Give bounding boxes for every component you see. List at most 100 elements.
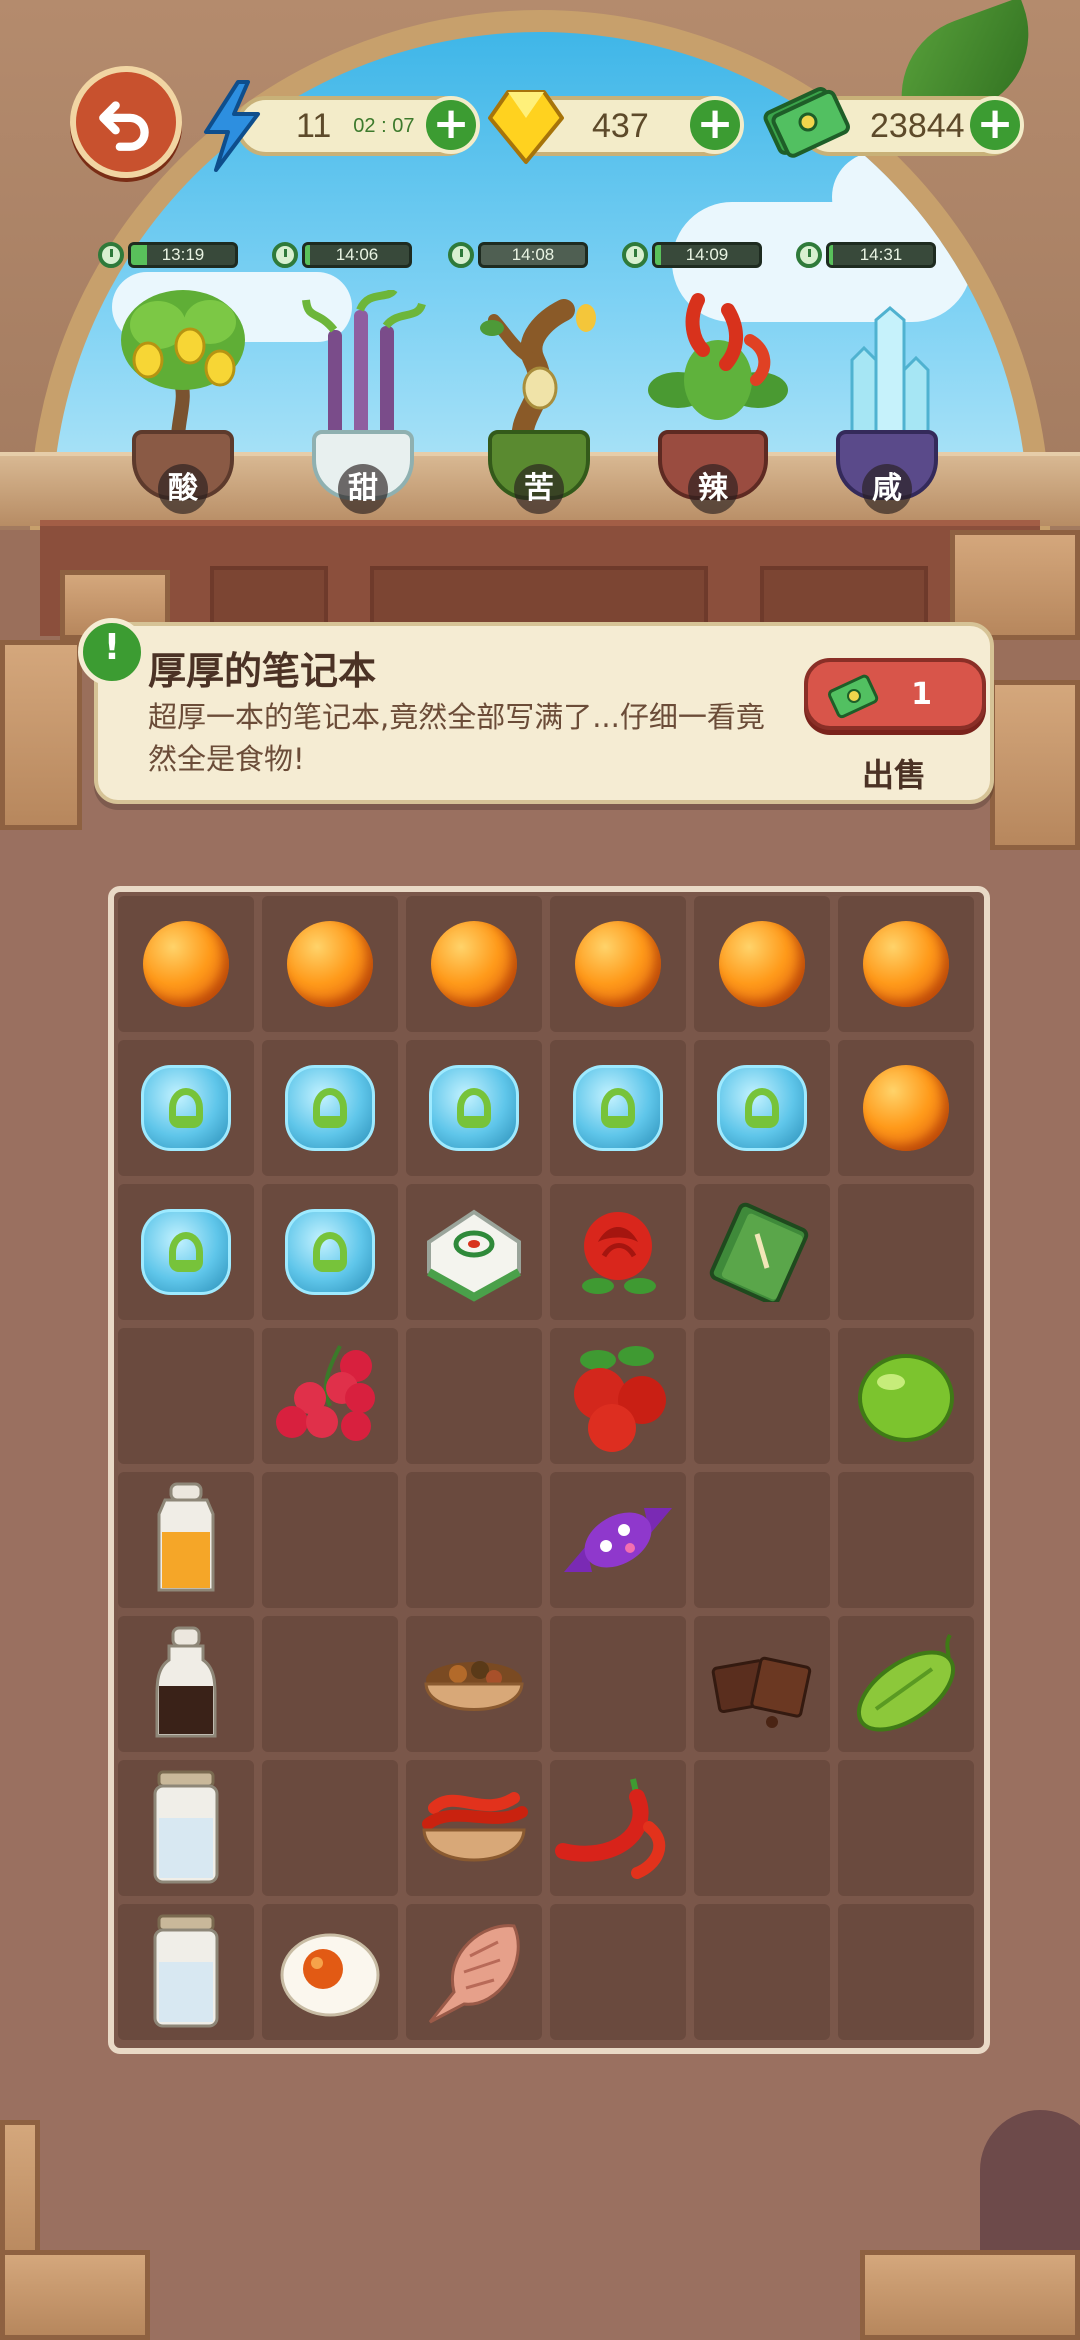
grid-cell[interactable] [118, 1760, 254, 1896]
bitter-melon-icon[interactable] [846, 1629, 966, 1739]
orange-orb-icon[interactable] [575, 921, 661, 1007]
grid-cell[interactable] [550, 1328, 686, 1464]
dried-fish-icon[interactable] [414, 1912, 534, 2032]
grid-cell[interactable] [694, 1472, 830, 1608]
hawthorn-icon[interactable] [558, 1336, 678, 1456]
grid-cell[interactable] [550, 1904, 686, 2040]
grid-cell[interactable] [694, 1616, 830, 1752]
grid-cell[interactable] [550, 896, 686, 1032]
grid-cell[interactable] [694, 896, 830, 1032]
orange-orb-icon[interactable] [863, 921, 949, 1007]
plant-salty[interactable]: 咸 [822, 280, 952, 514]
blue-orb-icon[interactable] [141, 1209, 231, 1295]
grid-cell[interactable] [838, 1616, 974, 1752]
grid-cell[interactable] [838, 1472, 974, 1608]
grid-cell[interactable] [406, 896, 542, 1032]
gem-value: 437 [592, 106, 649, 145]
orange-orb-icon[interactable] [719, 921, 805, 1007]
crate [990, 680, 1080, 850]
chili-bowl-icon[interactable] [414, 1778, 534, 1878]
grid-cell[interactable] [118, 1616, 254, 1752]
lychee-icon[interactable] [270, 1336, 390, 1456]
plant-sweet[interactable]: 甜 [298, 280, 428, 514]
grid-cell[interactable] [406, 1040, 542, 1176]
blue-orb-icon[interactable] [717, 1065, 807, 1151]
blue-orb-icon[interactable] [141, 1065, 231, 1151]
grid-cell[interactable] [694, 1184, 830, 1320]
grid-cell[interactable] [262, 896, 398, 1032]
grid-cell[interactable] [838, 1040, 974, 1176]
plant-bitter[interactable]: 苦 [474, 280, 604, 514]
grid-cell[interactable] [118, 896, 254, 1032]
lime-icon[interactable] [851, 1346, 961, 1446]
add-gems-button[interactable]: + [686, 96, 744, 154]
orange-orb-icon[interactable] [287, 921, 373, 1007]
notebook-icon[interactable] [707, 1202, 817, 1302]
grid-cell[interactable] [262, 1472, 398, 1608]
grid-cell[interactable] [118, 1328, 254, 1464]
plant-spicy[interactable]: 辣 [648, 280, 788, 514]
grid-cell[interactable] [406, 1328, 542, 1464]
honey-jar-icon[interactable] [141, 1480, 231, 1600]
add-cash-button[interactable]: + [966, 96, 1024, 154]
grid-cell[interactable] [406, 1184, 542, 1320]
grid-cell[interactable] [262, 1616, 398, 1752]
plant-label-sour: 酸 [158, 464, 208, 514]
crate [0, 2120, 40, 2270]
plant-label-sweet: 甜 [338, 464, 388, 514]
soy-sauce-bottle-icon[interactable] [141, 1624, 231, 1744]
blue-orb-icon[interactable] [573, 1065, 663, 1151]
salt-jar-icon[interactable] [141, 1912, 231, 2032]
plant-sour[interactable]: 酸 [118, 280, 248, 514]
sell-button[interactable]: 1 [804, 658, 986, 730]
red-chili-icon[interactable] [553, 1773, 683, 1883]
rose-icon[interactable] [568, 1202, 668, 1302]
grid-cell[interactable] [406, 1472, 542, 1608]
grid-cell[interactable] [838, 1184, 974, 1320]
orange-orb-icon[interactable] [143, 921, 229, 1007]
grid-cell[interactable] [262, 1328, 398, 1464]
plant-label-spicy: 辣 [688, 464, 738, 514]
grid-cell[interactable] [550, 1040, 686, 1176]
grid-cell[interactable] [838, 1904, 974, 2040]
grid-cell[interactable] [406, 1616, 542, 1752]
plant-label-bitter: 苦 [514, 464, 564, 514]
grid-cell[interactable] [406, 1904, 542, 2040]
grid-cell[interactable] [694, 1040, 830, 1176]
grid-cell[interactable] [550, 1472, 686, 1608]
orange-orb-icon[interactable] [863, 1065, 949, 1151]
grid-cell[interactable] [694, 1904, 830, 2040]
grid-cell[interactable] [838, 896, 974, 1032]
grid-cell[interactable] [118, 1472, 254, 1608]
grid-cell[interactable] [406, 1760, 542, 1896]
grid-cell[interactable] [550, 1184, 686, 1320]
salted-egg-icon[interactable] [275, 1917, 385, 2027]
blue-orb-icon[interactable] [285, 1065, 375, 1151]
grid-cell[interactable] [118, 1040, 254, 1176]
candy-icon[interactable] [558, 1490, 678, 1590]
orange-orb-icon[interactable] [431, 921, 517, 1007]
grid-cell[interactable] [118, 1904, 254, 2040]
grid-cell[interactable] [694, 1760, 830, 1896]
clock-icon [622, 242, 648, 268]
chocolate-icon[interactable] [702, 1634, 822, 1734]
back-button[interactable] [70, 66, 182, 178]
add-energy-button[interactable]: + [422, 96, 480, 154]
grid-cell[interactable] [262, 1040, 398, 1176]
salt-jar-icon[interactable] [141, 1768, 231, 1888]
grid-cell[interactable] [694, 1328, 830, 1464]
mahjong-tile-icon[interactable] [419, 1202, 529, 1302]
grid-cell[interactable] [262, 1904, 398, 2040]
clock-icon [98, 242, 124, 268]
grid-cell[interactable] [550, 1760, 686, 1896]
grid-cell[interactable] [838, 1760, 974, 1896]
grid-cell[interactable] [838, 1328, 974, 1464]
plant-timer-sweet: 14:06 [272, 240, 412, 270]
grid-cell[interactable] [118, 1184, 254, 1320]
blue-orb-icon[interactable] [429, 1065, 519, 1151]
grid-cell[interactable] [262, 1184, 398, 1320]
spice-bowl-icon[interactable] [414, 1634, 534, 1734]
blue-orb-icon[interactable] [285, 1209, 375, 1295]
grid-cell[interactable] [550, 1616, 686, 1752]
grid-cell[interactable] [262, 1760, 398, 1896]
